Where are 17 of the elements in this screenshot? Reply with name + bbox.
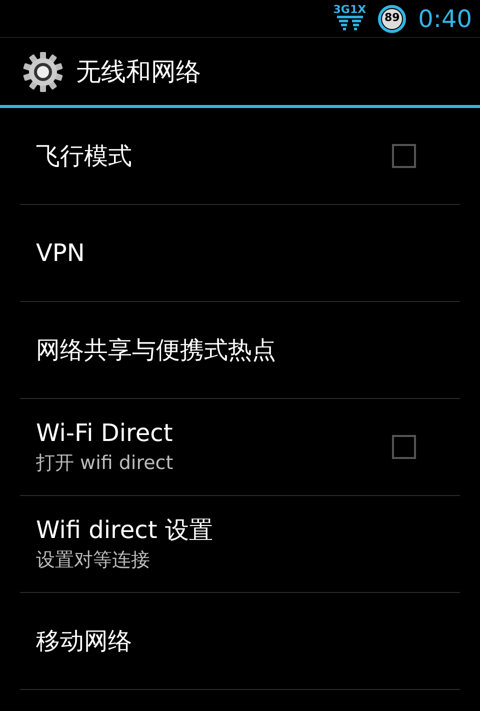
settings-icon	[22, 50, 64, 92]
battery-indicator: 89	[378, 4, 406, 32]
setting-summary: 设置对等连接	[36, 549, 151, 573]
clock: 0:40	[418, 4, 472, 34]
setting-title: 飞行模式	[36, 141, 133, 171]
setting-title: 网络共享与便携式热点	[36, 335, 277, 365]
network-type: 3G	[333, 4, 350, 15]
setting-title: 移动网络	[36, 626, 133, 656]
signal-icon	[334, 15, 365, 33]
setting-title: Wi-Fi Direct	[36, 418, 174, 448]
checkbox[interactable]	[392, 435, 416, 459]
setting-summary: 打开 wifi direct	[36, 452, 174, 476]
setting-title: VPN	[36, 238, 86, 268]
checkbox[interactable]	[392, 144, 416, 168]
screen-title: 无线和网络	[76, 56, 201, 88]
network-type: 1X	[350, 4, 366, 15]
setting-title: Wifi direct 设置	[36, 515, 214, 546]
